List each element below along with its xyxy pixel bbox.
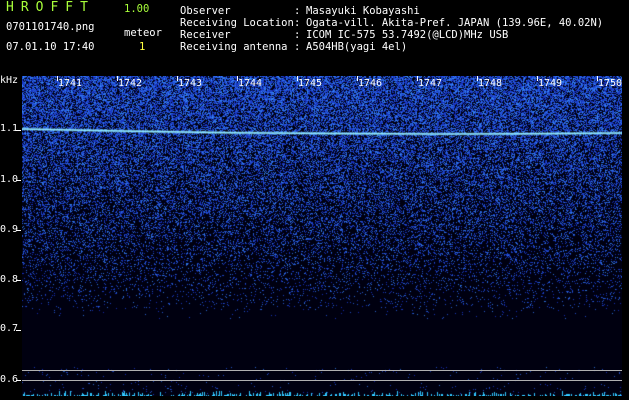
minute-tick [357, 76, 358, 81]
meteor-count: 1 [139, 41, 146, 53]
meta-value: Masayuki Kobayashi [306, 5, 420, 17]
spectrogram-canvas [22, 76, 622, 396]
minute-label: 1746 [358, 78, 383, 89]
minute-label: 1743 [178, 78, 203, 89]
minute-label: 1750 [598, 78, 623, 89]
freq-tick [16, 130, 21, 131]
meta-row-location: Receiving Location: Ogata-vill. Akita-Pr… [180, 17, 603, 29]
meta-row-antenna: Receiving antenna: A504HB(yagi 4el) [180, 41, 603, 53]
freq-tick [16, 280, 21, 281]
axis-unit-label: kHz [0, 75, 19, 86]
meta-separator: : [294, 17, 307, 29]
meta-value: A504HB(yagi 4el) [306, 41, 408, 53]
freq-tick [16, 380, 21, 381]
minute-label: 1745 [298, 78, 323, 89]
meta-row-receiver: Receiver: ICOM IC-575 53.7492(@LCD)MHz U… [180, 29, 603, 41]
meteor-label: meteor [124, 27, 162, 39]
minute-label: 1744 [238, 78, 263, 89]
meta-key: Receiving antenna [180, 41, 288, 53]
meta-value: ICOM IC-575 53.7492(@LCD)MHz USB [306, 29, 509, 41]
freq-tick [16, 180, 21, 181]
freq-tick [16, 230, 21, 231]
meta-separator: : [294, 5, 307, 17]
minute-tick [237, 76, 238, 81]
minute-tick [477, 76, 478, 81]
minute-label: 1742 [118, 78, 143, 89]
minute-tick [597, 76, 598, 81]
minute-tick [537, 76, 538, 81]
metadata-block: Observer: Masayuki Kobayashi Receiving L… [180, 5, 603, 53]
file-name: 0701101740.png [6, 21, 95, 33]
meta-separator: : [294, 41, 307, 53]
minute-tick [177, 76, 178, 81]
meta-key: Observer [180, 5, 231, 17]
file-datetime: 07.01.10 17:40 [6, 41, 95, 53]
meta-key: Receiving Location [180, 17, 294, 29]
frequency-axis: kHz 1.1 1.0 0.9 0.8 0.7 0.6 [0, 75, 22, 400]
baseline-divider [22, 380, 622, 381]
minute-tick [57, 76, 58, 81]
minute-label: 1749 [538, 78, 563, 89]
meta-value: Ogata-vill. Akita-Pref. JAPAN (139.96E, … [306, 17, 604, 29]
minute-tick [417, 76, 418, 81]
meta-row-observer: Observer: Masayuki Kobayashi [180, 5, 603, 17]
minute-tick [117, 76, 118, 81]
freq-label: 1.1 [0, 123, 19, 134]
app-version: 1.00 [124, 3, 150, 15]
freq-label: 0.7 [0, 323, 19, 334]
baseline-divider [22, 370, 622, 371]
minute-tick [297, 76, 298, 81]
app-logo: HROFFT [6, 0, 95, 15]
freq-tick [16, 330, 21, 331]
minute-label: 1747 [418, 78, 443, 89]
minute-label: 1741 [58, 78, 83, 89]
meta-key: Receiver [180, 29, 231, 41]
meta-separator: : [294, 29, 307, 41]
minute-label: 1748 [478, 78, 503, 89]
